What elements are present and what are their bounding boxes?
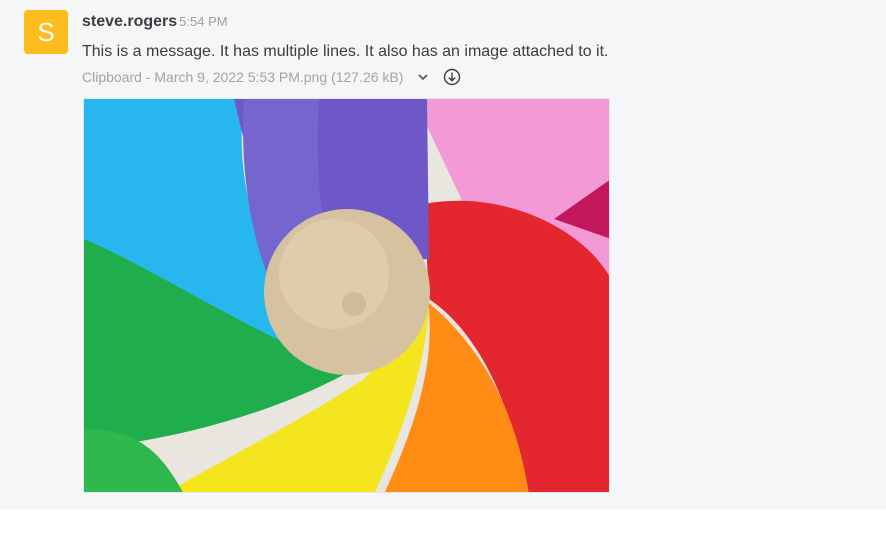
- post-header: steve.rogers 5:54 PM: [82, 13, 228, 31]
- post-time[interactable]: 5:54 PM: [179, 14, 227, 29]
- attachment-size: (127.26 kB): [331, 69, 404, 85]
- download-icon[interactable]: [443, 68, 461, 86]
- attachment-info: Clipboard - March 9, 2022 5:53 PM.png (1…: [82, 68, 461, 86]
- message-post: S steve.rogers 5:54 PM This is a message.…: [0, 0, 886, 510]
- message-text: This is a message. It has multiple lines…: [82, 43, 609, 60]
- pinwheel-image: [84, 99, 609, 492]
- avatar-letter: S: [37, 17, 55, 47]
- username[interactable]: steve.rogers: [82, 13, 177, 30]
- attachment-name[interactable]: Clipboard - March 9, 2022 5:53 PM.png: [82, 69, 327, 85]
- attachment-image[interactable]: [83, 98, 610, 493]
- avatar[interactable]: S: [24, 10, 68, 54]
- chevron-down-icon[interactable]: [415, 69, 431, 85]
